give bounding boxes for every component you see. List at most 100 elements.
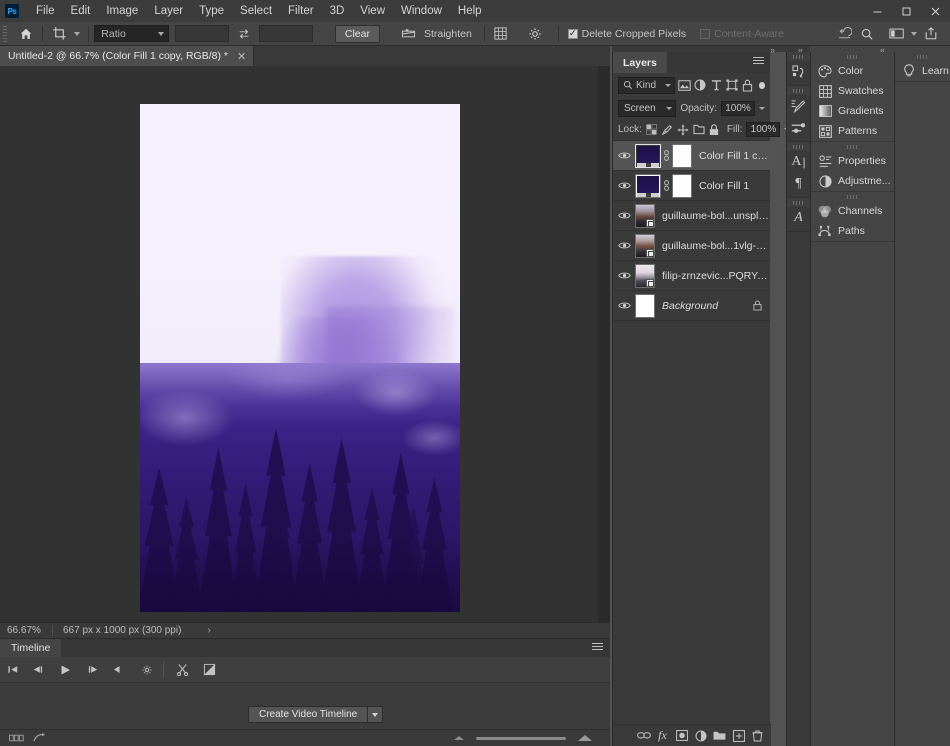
layer-thumbnails[interactable] bbox=[635, 173, 692, 198]
new-group-button[interactable] bbox=[711, 727, 728, 745]
crop-tool-icon[interactable] bbox=[48, 23, 70, 45]
filter-toggle-switch[interactable] bbox=[759, 81, 765, 89]
previous-frame-button[interactable] bbox=[26, 659, 48, 681]
canvas-area[interactable] bbox=[0, 66, 610, 622]
layer-mask-thumbnail[interactable] bbox=[672, 173, 692, 198]
table-row[interactable]: guillaume-bol...1vlg-unsplash bbox=[613, 231, 770, 261]
lock-position-icon[interactable] bbox=[677, 122, 689, 138]
close-icon[interactable]: ✕ bbox=[237, 50, 246, 63]
layer-visibility-toggle[interactable] bbox=[613, 151, 635, 160]
layer-name[interactable]: Background bbox=[662, 300, 753, 312]
timeline-zoom-slider[interactable] bbox=[476, 736, 566, 740]
lock-image-pixels-icon[interactable] bbox=[661, 122, 673, 138]
crop-ratio-select[interactable]: Ratio bbox=[94, 25, 169, 42]
reset-icon[interactable] bbox=[834, 23, 856, 45]
dock-group-grip[interactable] bbox=[787, 86, 810, 95]
layer-visibility-toggle[interactable] bbox=[613, 271, 635, 280]
straighten-icon[interactable] bbox=[398, 23, 420, 45]
layer-thumbnail[interactable] bbox=[635, 233, 655, 258]
fill-value[interactable]: 100% bbox=[746, 122, 781, 137]
dock-group-grip[interactable] bbox=[787, 52, 810, 61]
dock-group-grip[interactable] bbox=[787, 198, 810, 207]
crop-height-input[interactable] bbox=[258, 25, 313, 42]
layer-thumbnail[interactable] bbox=[635, 263, 655, 288]
layer-mask-thumbnail[interactable] bbox=[672, 143, 692, 168]
timeline-settings-button[interactable] bbox=[136, 659, 158, 681]
filter-smart-object-layers-icon[interactable] bbox=[741, 77, 754, 93]
menu-item-3d[interactable]: 3D bbox=[322, 0, 353, 22]
dock-group-grip[interactable] bbox=[811, 142, 894, 151]
tab-layers[interactable]: Layers bbox=[613, 52, 667, 73]
menu-item-edit[interactable]: Edit bbox=[63, 0, 99, 22]
new-layer-button[interactable] bbox=[730, 727, 747, 745]
timeline-body[interactable]: Create Video Timeline bbox=[0, 683, 610, 729]
crop-overlay-grid-icon[interactable] bbox=[490, 23, 512, 45]
panel-tab-swatches[interactable]: Swatches bbox=[811, 81, 894, 101]
paragraph-panel-icon[interactable]: ¶ bbox=[787, 173, 810, 195]
add-layer-mask-button[interactable] bbox=[673, 727, 690, 745]
workspace-chevron-icon[interactable] bbox=[908, 23, 920, 45]
minimize-button[interactable] bbox=[863, 0, 892, 22]
audio-playback-button[interactable] bbox=[106, 659, 128, 681]
dock-group-grip[interactable] bbox=[811, 52, 894, 61]
opacity-chevron-icon[interactable] bbox=[759, 106, 765, 110]
lock-artboard-nesting-icon[interactable] bbox=[693, 122, 705, 138]
search-icon[interactable] bbox=[856, 23, 878, 45]
menu-item-image[interactable]: Image bbox=[98, 0, 146, 22]
brushes-panel-icon[interactable] bbox=[787, 117, 810, 139]
layer-visibility-toggle[interactable] bbox=[613, 211, 635, 220]
blend-mode-select[interactable]: Screen bbox=[618, 99, 677, 117]
filter-type-layers-icon[interactable] bbox=[710, 77, 723, 93]
brush-settings-panel-icon[interactable] bbox=[787, 95, 810, 117]
home-icon[interactable] bbox=[15, 23, 37, 45]
dock-group-grip[interactable] bbox=[811, 192, 894, 201]
dock-group-grip[interactable] bbox=[895, 52, 950, 61]
table-row[interactable]: filip-zrnzevic...PQRY-unsplash bbox=[613, 261, 770, 291]
lock-all-icon[interactable] bbox=[709, 122, 719, 138]
layer-thumbnail[interactable] bbox=[635, 293, 655, 318]
panel-menu-icon[interactable] bbox=[753, 57, 764, 65]
document-window[interactable] bbox=[0, 66, 598, 622]
gear-icon[interactable] bbox=[524, 23, 546, 45]
layer-thumbnails[interactable] bbox=[635, 143, 692, 168]
layer-name[interactable]: filip-zrnzevic...PQRY-unsplash bbox=[662, 270, 770, 282]
convert-to-frame-animation-icon[interactable] bbox=[5, 727, 27, 746]
character-panel-icon[interactable]: A | bbox=[787, 151, 810, 173]
panel-tab-paths[interactable]: Paths bbox=[811, 221, 894, 241]
tab-timeline[interactable]: Timeline bbox=[0, 639, 62, 657]
delete-cropped-pixels-label[interactable]: Delete Cropped Pixels bbox=[582, 28, 686, 40]
artboard-image[interactable] bbox=[140, 104, 460, 612]
menu-item-type[interactable]: Type bbox=[191, 0, 232, 22]
maximize-button[interactable] bbox=[892, 0, 921, 22]
close-button[interactable] bbox=[921, 0, 950, 22]
render-video-icon[interactable] bbox=[29, 727, 51, 746]
layer-thumbnail[interactable] bbox=[635, 173, 661, 198]
layer-style-button[interactable]: fx bbox=[654, 727, 671, 745]
delete-cropped-pixels-checkbox[interactable]: ✓ bbox=[567, 28, 578, 39]
document-tab[interactable]: Untitled-2 @ 66.7% (Color Fill 1 copy, R… bbox=[0, 46, 255, 66]
share-icon[interactable] bbox=[920, 23, 942, 45]
menu-item-file[interactable]: File bbox=[28, 0, 63, 22]
link-layers-button[interactable] bbox=[635, 727, 652, 745]
crop-width-input[interactable] bbox=[174, 25, 229, 42]
filter-shape-layers-icon[interactable] bbox=[726, 77, 739, 93]
zoom-level[interactable]: 66.67% bbox=[0, 625, 52, 636]
menu-item-layer[interactable]: Layer bbox=[146, 0, 191, 22]
workspace-switcher-icon[interactable] bbox=[886, 23, 908, 45]
layer-thumbnail[interactable] bbox=[635, 143, 661, 168]
layer-name[interactable]: guillaume-bol...1vlg-unsplash bbox=[662, 240, 770, 252]
layer-name[interactable]: guillaume-bol...unsplash copy bbox=[662, 210, 770, 222]
mask-link-icon[interactable] bbox=[663, 180, 670, 191]
collapse-layers-dock-icon[interactable]: » bbox=[770, 46, 775, 55]
new-fill-adjustment-layer-button[interactable] bbox=[692, 727, 709, 745]
transition-icon[interactable] bbox=[198, 659, 220, 681]
filter-pixel-layers-icon[interactable] bbox=[677, 77, 691, 93]
timeline-zoom-out-icon[interactable] bbox=[454, 736, 464, 740]
scissors-icon[interactable] bbox=[171, 659, 193, 681]
dock-group-grip[interactable] bbox=[787, 142, 810, 151]
mask-link-icon[interactable] bbox=[663, 150, 670, 161]
layer-filter-kind-select[interactable]: Kind bbox=[618, 76, 675, 94]
layer-name[interactable]: Color Fill 1 copy bbox=[699, 150, 770, 162]
history-panel-icon[interactable] bbox=[787, 61, 810, 83]
panel-tab-adjustments[interactable]: Adjustme... bbox=[811, 171, 894, 191]
